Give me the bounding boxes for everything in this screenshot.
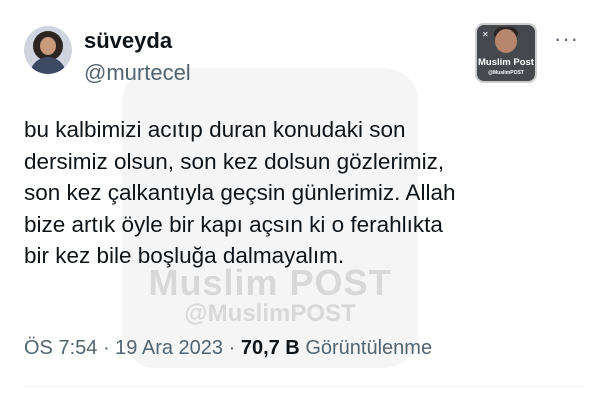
watermark-handle: @MuslimPOST bbox=[184, 300, 356, 327]
tweet-date[interactable]: 19 Ara 2023 bbox=[115, 337, 223, 359]
display-name[interactable]: süveyda bbox=[84, 28, 172, 54]
more-options-icon[interactable]: ··· bbox=[554, 28, 579, 50]
user-handle[interactable]: @murtecel bbox=[84, 60, 191, 86]
brand-logo-handle: @MuslimPOST bbox=[488, 70, 524, 76]
views-label: Görüntülenme bbox=[305, 337, 433, 359]
views-count: 70,7 B bbox=[240, 337, 300, 359]
tweet-text: bu kalbimizi acıtıp duran konudaki son d… bbox=[24, 114, 584, 272]
tweet-line: dersimiz olsun, son kez dolsun gözlerimi… bbox=[24, 148, 445, 174]
tweet-line: bu kalbimizi acıtıp duran konudaki son bbox=[24, 117, 406, 142]
tweet-meta: ÖS 7:54 · 19 Ara 2023 · 70,7 B Görüntüle… bbox=[24, 337, 432, 360]
meta-separator: · bbox=[223, 337, 241, 359]
x-icon: ✕ bbox=[482, 30, 489, 39]
tweet-line: bize artık öyle bir kapı açsın ki o fera… bbox=[24, 211, 443, 237]
brand-logo: ✕ Muslim Post @MuslimPOST bbox=[475, 23, 537, 83]
avatar[interactable] bbox=[24, 26, 72, 74]
brand-logo-name: Muslim Post bbox=[478, 57, 534, 68]
tweet-time[interactable]: ÖS 7:54 bbox=[24, 337, 97, 359]
tweet-line: son kez çalkantıyla geçsin günlerimiz. A… bbox=[24, 180, 456, 205]
tweet-line: bir kez bile boşluğa dalmayalım. bbox=[24, 243, 345, 268]
meta-separator: · bbox=[97, 337, 116, 359]
divider bbox=[24, 386, 584, 387]
